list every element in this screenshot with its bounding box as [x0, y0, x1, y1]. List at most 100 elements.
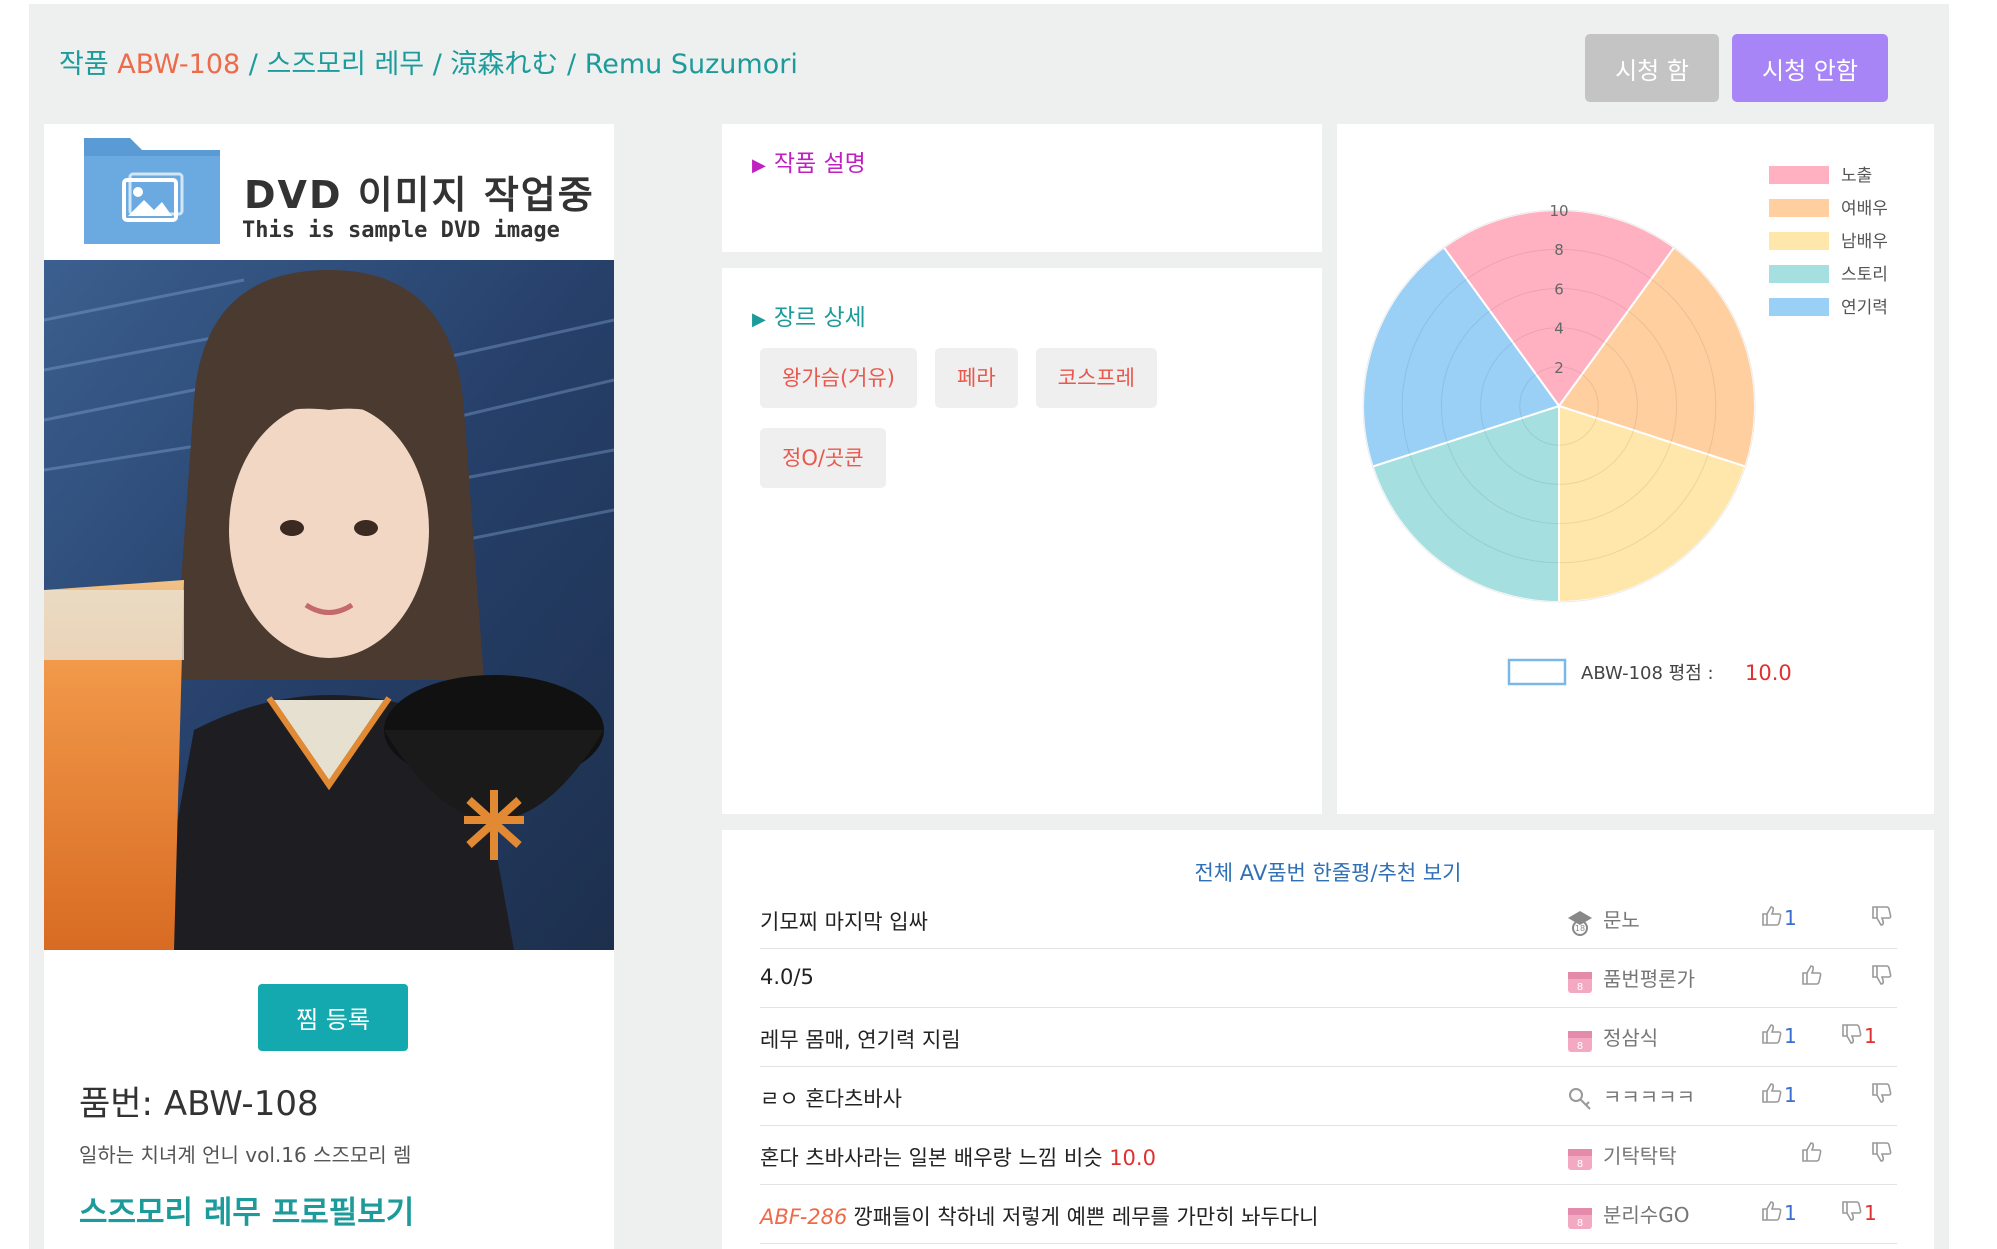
comment-row: 혼다 츠바사라는 일본 배우랑 느낌 비슷 10.0 8 기탁탁탁 [760, 1126, 1897, 1185]
product-code-link[interactable]: ABW-108 [117, 49, 240, 80]
product-photo[interactable] [44, 260, 614, 950]
description-panel: ▶ 작품 설명 [722, 124, 1322, 252]
like-count: 1 [1784, 906, 1797, 930]
product-title: 일하는 치녀계 언니 vol.16 스즈모리 렘 [79, 1143, 412, 1167]
comment-body: ㄹㅇ 혼다츠바사 [760, 1087, 902, 1111]
comment-text: ㄹㅇ 혼다츠바사 [760, 1083, 902, 1113]
svg-text:8: 8 [1577, 982, 1583, 993]
svg-text:8: 8 [1577, 1159, 1583, 1170]
like-button[interactable]: 1 [1760, 1022, 1797, 1048]
like-button[interactable] [1800, 1140, 1824, 1166]
genre-heading: ▶ 장르 상세 [752, 298, 866, 332]
comment-user[interactable]: 8 기탁탁탁 [1565, 1140, 1677, 1173]
watched-button[interactable]: 시청 함 [1585, 34, 1719, 102]
tick-label: 2 [1554, 359, 1564, 377]
genre-tag[interactable]: 왕가슴(거유) [760, 348, 917, 408]
comment-text: 기모찌 마지막 입싸 [760, 906, 928, 936]
comment-user[interactable]: ㅋㅋㅋㅋㅋ [1565, 1081, 1695, 1114]
dislike-count: 1 [1864, 1024, 1877, 1048]
description-heading-label: 작품 설명 [773, 151, 866, 177]
thumbs-up-icon [1760, 1024, 1784, 1048]
genre-tag[interactable]: 정O/곳쿤 [760, 428, 886, 488]
breadcrumb-prefix: 작품 [59, 49, 109, 80]
comment-body: 깡패들이 착하네 저렇게 예쁜 레무를 가만히 놔두다니 [853, 1205, 1319, 1229]
comment-user[interactable]: 8 품번평론가 [1565, 963, 1695, 996]
legend-swatch [1769, 166, 1829, 184]
product-code: 품번: ABW-108 [79, 1084, 319, 1124]
actress-name-jp-link[interactable]: 涼森れむ [450, 49, 558, 80]
legend-swatch [1769, 298, 1829, 316]
comment-username: 분리수GO [1603, 1203, 1690, 1227]
like-count: 1 [1784, 1201, 1797, 1225]
legend-label: 스토리 [1841, 265, 1888, 285]
level-badge-icon: 8 [1565, 1026, 1603, 1052]
wishlist-button[interactable]: 찜 등록 [258, 984, 408, 1051]
actress-name-en-link[interactable]: Remu Suzumori [585, 49, 798, 80]
rating-chart-panel: 2 4 6 8 10 노출 여배우 남배우 스토리 연기력 ABW-108 평점 : 10.0 [1337, 124, 1934, 814]
dislike-button[interactable] [1870, 1081, 1894, 1107]
comment-user[interactable]: 8 정삼식 [1565, 1022, 1658, 1055]
dvd-placeholder-subtitle: This is sample DVD image [242, 218, 560, 243]
comment-body: 레무 몸매, 연기력 지림 [760, 1028, 961, 1052]
thumbs-down-icon [1870, 1083, 1894, 1107]
dislike-button[interactable] [1870, 904, 1894, 930]
comment-text: 4.0/5 [760, 965, 814, 989]
genre-panel: ▶ 장르 상세 왕가슴(거유) 페라 코스프레정O/곳쿤 [722, 268, 1322, 814]
comment-username: 문노 [1603, 908, 1640, 932]
comment-user[interactable]: 8 분리수GO [1565, 1199, 1689, 1232]
level-badge-icon: 8 [1565, 967, 1603, 993]
comment-username: 품번평론가 [1603, 967, 1695, 991]
comment-username: 정삼식 [1603, 1026, 1659, 1050]
legend-label: 노출 [1841, 166, 1872, 186]
tick-label: 6 [1554, 280, 1564, 298]
comment-body: 혼다 츠바사라는 일본 배우랑 느낌 비슷 [760, 1146, 1103, 1170]
comment-row: 4.0/5 8 품번평론가 [760, 949, 1897, 1008]
like-button[interactable]: 1 [1760, 1081, 1797, 1107]
score-label: ABW-108 평점 : [1581, 663, 1714, 684]
comment-row: 기모찌 마지막 입싸 18 문노 1 [760, 890, 1897, 949]
comment-user[interactable]: 18 문노 [1565, 904, 1640, 937]
thumbs-down-icon [1840, 1201, 1864, 1225]
legend-label: 남배우 [1841, 232, 1888, 252]
page-container: 작품 ABW-108 / 스즈모리 레무 / 涼森れむ / Remu Suzum… [29, 4, 1949, 1249]
like-button[interactable] [1800, 963, 1824, 989]
legend-swatch [1769, 232, 1829, 250]
all-reviews-link[interactable]: 전체 AV품번 한줄평/추천 보기 [722, 857, 1934, 887]
actress-name-kr-link[interactable]: 스즈모리 레무 [267, 49, 425, 80]
thumbs-down-icon [1870, 1142, 1894, 1166]
comments-panel: 전체 AV품번 한줄평/추천 보기 기모찌 마지막 입싸 18 문노 1 4.0/5 8 품… [722, 830, 1934, 1249]
comment-username: 기탁탁탁 [1603, 1144, 1677, 1168]
legend-swatch [1769, 265, 1829, 283]
dislike-button[interactable] [1870, 963, 1894, 989]
legend-swatch [1769, 199, 1829, 217]
svg-text:8: 8 [1577, 1218, 1583, 1229]
not-watched-button[interactable]: 시청 안함 [1732, 34, 1888, 102]
level-badge-icon: 8 [1565, 1144, 1603, 1170]
breadcrumb-separator: / [432, 49, 442, 80]
level-badge-icon: 8 [1565, 1203, 1603, 1229]
svg-text:8: 8 [1577, 1041, 1583, 1052]
dislike-button[interactable]: 1 [1840, 1022, 1877, 1048]
dislike-button[interactable]: 1 [1840, 1199, 1877, 1225]
thumbs-up-icon [1800, 1142, 1824, 1166]
like-count: 1 [1784, 1024, 1797, 1048]
like-count: 1 [1784, 1083, 1797, 1107]
dislike-button[interactable] [1870, 1140, 1894, 1166]
chart-legend: 노출여배우남배우스토리연기력 [1769, 166, 1888, 318]
profile-link[interactable]: 스즈모리 레무 프로필보기 [79, 1187, 414, 1232]
genre-tag[interactable]: 페라 [935, 348, 1018, 408]
thumbs-up-icon [1760, 1083, 1784, 1107]
svg-text:18: 18 [1575, 924, 1585, 933]
comment-score: 10.0 [1109, 1146, 1156, 1170]
thumbs-up-icon [1760, 1201, 1784, 1225]
like-button[interactable]: 1 [1760, 1199, 1797, 1225]
breadcrumb-separator: / [567, 49, 577, 80]
genre-tag[interactable]: 코스프레 [1035, 348, 1157, 408]
18-icon: 18 [1565, 908, 1603, 936]
like-button[interactable]: 1 [1760, 904, 1797, 930]
comment-text: 레무 몸매, 연기력 지림 [760, 1024, 961, 1054]
comment-text: 혼다 츠바사라는 일본 배우랑 느낌 비슷 10.0 [760, 1142, 1156, 1172]
thumbs-up-icon [1800, 965, 1824, 989]
comment-ref-link[interactable]: ABF-286 [760, 1205, 847, 1229]
tick-label: 8 [1554, 241, 1564, 259]
